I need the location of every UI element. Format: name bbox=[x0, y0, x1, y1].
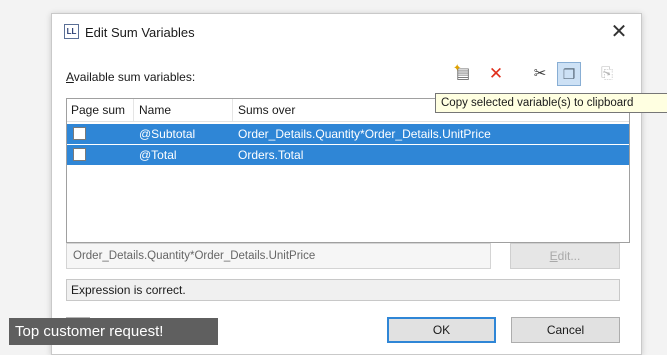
accelerator-e: E bbox=[549, 249, 558, 263]
column-header-page-sum[interactable]: Page sum bbox=[71, 103, 125, 117]
expression-field[interactable]: Order_Details.Quantity*Order_Details.Uni… bbox=[66, 243, 491, 269]
variable-name: @Subtotal bbox=[139, 127, 196, 141]
sums-over-value: Order_Details.Quantity*Order_Details.Uni… bbox=[238, 127, 491, 141]
table-row[interactable]: @Total Orders.Total bbox=[67, 145, 629, 165]
page-sum-checkbox[interactable] bbox=[73, 148, 86, 161]
column-divider[interactable] bbox=[232, 99, 233, 121]
variable-name: @Total bbox=[139, 148, 177, 162]
edit-button[interactable]: Edit... bbox=[510, 243, 620, 269]
close-icon[interactable]: ✕ bbox=[607, 20, 631, 44]
promo-banner: Top customer request! bbox=[9, 318, 218, 345]
ok-button[interactable]: OK bbox=[387, 317, 496, 343]
edit-label: dit... bbox=[557, 249, 581, 263]
table-row[interactable]: @Subtotal Order_Details.Quantity*Order_D… bbox=[67, 124, 629, 144]
sum-variables-table[interactable]: Page sum Name Sums over @Subtotal Order_… bbox=[66, 98, 630, 243]
delete-icon[interactable]: ✕ bbox=[485, 63, 507, 85]
cancel-button[interactable]: Cancel bbox=[511, 317, 620, 343]
edit-sum-variables-dialog: LL Edit Sum Variables ✕ Available sum va… bbox=[51, 13, 667, 355]
paste-icon[interactable]: ⎘ bbox=[596, 63, 618, 85]
app-icon: LL bbox=[64, 24, 79, 39]
new-variable-icon[interactable]: ✦ ▤ bbox=[452, 63, 474, 85]
column-divider[interactable] bbox=[133, 99, 134, 121]
column-header-name[interactable]: Name bbox=[139, 103, 171, 117]
cut-icon[interactable]: ✂ bbox=[529, 63, 551, 85]
copy-tooltip: Copy selected variable(s) to clipboard bbox=[435, 93, 667, 113]
expression-status: Expression is correct. bbox=[66, 279, 620, 301]
copy-icon[interactable]: ❐ bbox=[557, 62, 581, 86]
available-sum-variables-label: Available sum variables: bbox=[66, 70, 195, 84]
title-bar: LL Edit Sum Variables ✕ bbox=[52, 14, 641, 52]
column-header-sums-over[interactable]: Sums over bbox=[238, 103, 295, 117]
page-sum-checkbox[interactable] bbox=[73, 127, 86, 140]
window-title: Edit Sum Variables bbox=[85, 25, 195, 40]
accelerator-a: A bbox=[66, 70, 74, 84]
sums-over-value: Orders.Total bbox=[238, 148, 304, 162]
label-text: vailable sum variables: bbox=[73, 70, 196, 84]
